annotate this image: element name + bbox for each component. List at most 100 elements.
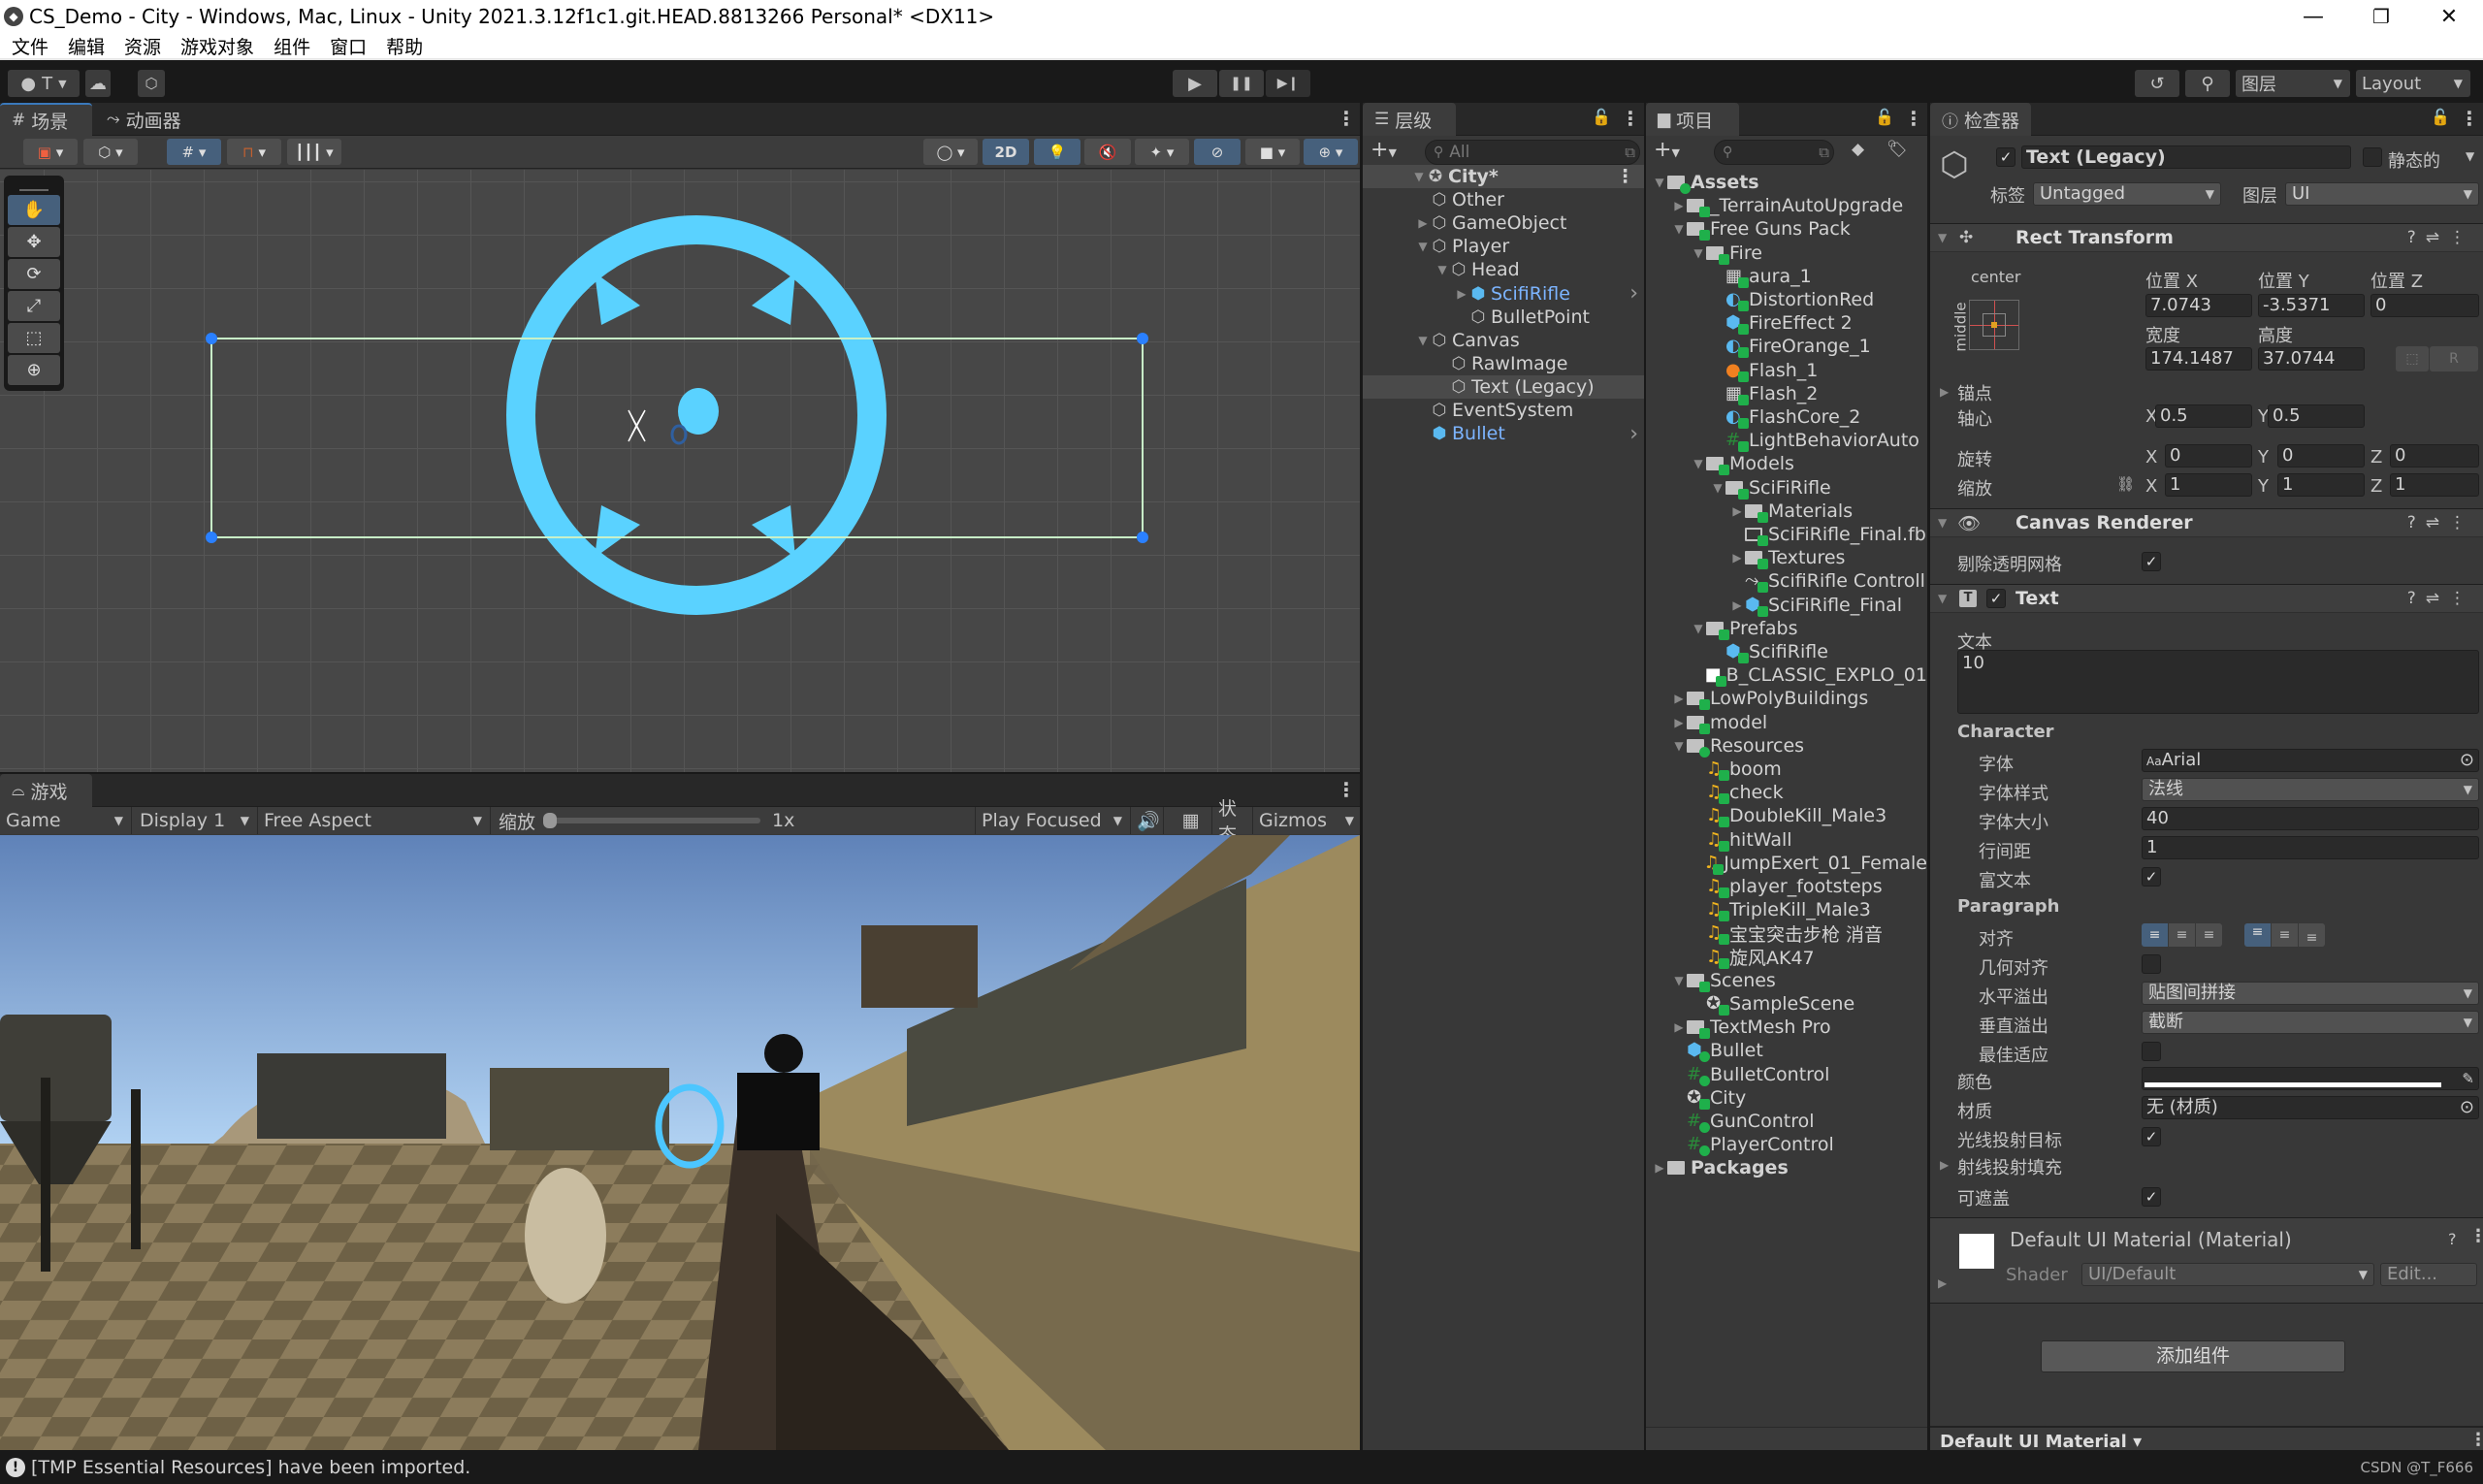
stats-toggle[interactable]: 状态 [1212, 798, 1253, 846]
gizmos-toggle[interactable]: Gizmos ▼ [1253, 807, 1360, 834]
align-right-button[interactable]: ≡ [2196, 923, 2222, 947]
project-item[interactable]: ▶ model [1646, 711, 1927, 734]
pivot-x-field[interactable]: 0.5 [2155, 404, 2252, 428]
vertical-overflow-dropdown[interactable]: 截断 ▼ [2142, 1011, 2479, 1034]
scene-menu-icon[interactable]: ⋮ [1616, 166, 1634, 187]
project-item[interactable]: ▼ Resources [1646, 734, 1927, 758]
project-item[interactable]: ✪ SampleScene [1646, 992, 1927, 1016]
canvas-renderer-header[interactable]: ▼ 👁 Canvas Renderer ?⇌⋮ [1930, 508, 2483, 537]
hierarchy-item[interactable]: ⬡ RawImage [1363, 352, 1644, 375]
expand-arrow-icon[interactable]: ▼ [1691, 246, 1706, 260]
maskable-checkbox[interactable]: ✓ [2142, 1187, 2161, 1207]
scene-menu-icon[interactable]: ⋮ [1337, 107, 1356, 130]
rot-y-field[interactable]: 0 [2277, 444, 2365, 468]
scale-slider[interactable] [543, 813, 761, 828]
search-button[interactable]: ⚲ [2185, 70, 2230, 97]
project-item[interactable]: ▶ TextMesh Pro [1646, 1016, 1927, 1040]
create-asset-button[interactable]: +▼ [1654, 138, 1680, 162]
project-item[interactable]: ♫ 宝宝突击步枪 消音 [1646, 921, 1927, 946]
camera-dropdown[interactable]: ■ ▾ [1245, 139, 1300, 165]
create-button[interactable]: +▼ [1370, 138, 1397, 162]
anchors-label[interactable]: 锚点 [1957, 380, 1992, 405]
raycast-target-checkbox[interactable]: ✓ [2142, 1127, 2161, 1146]
play-button[interactable]: ▶ [1173, 70, 1217, 97]
project-item[interactable]: ⬢ FireEffect 2 [1646, 311, 1927, 336]
project-item[interactable]: ⬢ ScifiRifle [1646, 640, 1927, 663]
grid-snap-toggle[interactable]: # ▾ [167, 139, 221, 165]
hierarchy-item[interactable]: ⬡ BulletPoint [1363, 306, 1644, 329]
expand-arrow-icon[interactable]: ▶ [1729, 504, 1745, 518]
expand-arrow-icon[interactable]: ▼ [1652, 176, 1667, 189]
expand-arrow-icon[interactable]: ▼ [1671, 974, 1687, 987]
grid-toggle[interactable]: ▦ [1164, 807, 1212, 834]
expand-arrow-icon[interactable]: ▼ [1691, 457, 1706, 470]
pos-x-field[interactable]: 7.0743 [2145, 294, 2252, 317]
font-size-field[interactable]: 40 [2142, 807, 2479, 830]
blueprint-mode-button[interactable]: ⬚ [2396, 346, 2429, 371]
hierarchy-item[interactable]: ▼ ✪ City* ⋮ [1363, 165, 1644, 188]
lighting-toggle[interactable]: 💡 [1034, 139, 1080, 165]
line-spacing-field[interactable]: 1 [2142, 836, 2479, 859]
hierarchy-item[interactable]: ▼ ⬡ Head [1363, 258, 1644, 281]
increment-snap-toggle[interactable]: ⊓ ▾ [227, 139, 281, 165]
gameobject-icon[interactable]: ⬡ [1940, 145, 1969, 184]
pause-button[interactable]: ❚❚ [1219, 70, 1264, 97]
text-enabled-checkbox[interactable]: ✓ [1986, 589, 2006, 608]
tab-animator[interactable]: ⤳ 动画器 [95, 103, 193, 136]
expand-arrow-icon[interactable]: ▼ [1411, 170, 1427, 183]
expand-arrow-icon[interactable]: ▶ [1671, 716, 1687, 729]
expand-arrow-icon[interactable]: ▼ [1691, 622, 1706, 635]
expand-arrow-icon[interactable]: ▶ [1671, 1020, 1687, 1034]
project-item[interactable]: ● Flash_1 [1646, 359, 1927, 382]
undo-history-button[interactable]: ↺ [2135, 70, 2179, 97]
eyedropper-icon[interactable]: ✎ [2462, 1068, 2474, 1089]
project-search[interactable]: ⚲ ⧉ [1714, 140, 1834, 165]
project-item[interactable]: # PlayerControl [1646, 1133, 1927, 1157]
menu-assets[interactable]: 资源 [124, 33, 161, 59]
color-field[interactable]: ✎ [2142, 1067, 2479, 1090]
text-content-area[interactable]: 10 [1957, 650, 2479, 714]
game-view-dropdown[interactable]: Game ▼ [0, 807, 132, 834]
project-item[interactable]: ▼ Fire [1646, 242, 1927, 265]
align-center-button[interactable]: ≡ [2169, 923, 2195, 947]
material-expand-arrow[interactable]: ▶ [1938, 1276, 1947, 1290]
menu-component[interactable]: 组件 [274, 33, 310, 59]
gizmos-dropdown[interactable]: ⊕ ▾ [1304, 139, 1358, 165]
ruler-dropdown[interactable]: ┃┃┃ ▾ [287, 139, 341, 165]
status-bar[interactable]: ! [TMP Essential Resources] have been im… [0, 1450, 2483, 1484]
project-item[interactable]: ▶ Packages [1646, 1156, 1927, 1179]
rot-x-field[interactable]: 0 [2165, 444, 2252, 468]
display-dropdown[interactable]: Display 1 ▼ [134, 807, 258, 834]
step-button[interactable]: ▶❙ [1266, 70, 1310, 97]
project-item[interactable]: ♫ hitWall [1646, 828, 1927, 852]
effects-dropdown[interactable]: ✦ ▾ [1135, 139, 1189, 165]
lock-icon[interactable]: 🔓 [1592, 108, 1611, 126]
align-bottom-button[interactable]: ≡ [2299, 923, 2325, 947]
pos-y-field[interactable]: -3.5371 [2258, 294, 2365, 317]
add-component-button[interactable]: 添加组件 [2041, 1340, 2345, 1372]
scale-slider-thumb[interactable] [543, 813, 558, 828]
raycast-padding-label[interactable]: 射线投射填充 [1957, 1154, 2062, 1179]
help-icon[interactable]: ? [2448, 1230, 2457, 1248]
width-field[interactable]: 174.1487 [2145, 347, 2252, 371]
hierarchy-item[interactable]: ▶ ⬢ ScifiRifle › [1363, 281, 1644, 306]
collapse-arrow-icon[interactable]: ▼ [1938, 592, 1947, 605]
scale-y-field[interactable]: 1 [2277, 473, 2365, 497]
project-item[interactable]: ♫ TripleKill_Male3 [1646, 898, 1927, 922]
project-item[interactable]: ♫ boom [1646, 758, 1927, 781]
shader-dropdown[interactable]: UI/Default ▼ [2081, 1263, 2374, 1286]
minimize-button[interactable]: — [2279, 0, 2347, 33]
anchor-presets-button[interactable] [1969, 300, 2019, 350]
shader-edit-button[interactable]: Edit... [2380, 1263, 2477, 1286]
layers-dropdown[interactable]: 图层 ▼ [2236, 70, 2350, 97]
scale-z-field[interactable]: 1 [2390, 473, 2479, 497]
tab-scene[interactable]: # 场景 [0, 103, 92, 136]
open-search-window-icon[interactable]: ⧉ [1625, 144, 1635, 161]
object-picker-icon[interactable]: ⊙ [2460, 750, 2474, 771]
project-item[interactable]: ▶ _TerrainAutoUpgrade [1646, 194, 1927, 218]
layout-dropdown[interactable]: Layout ▼ [2356, 70, 2470, 97]
rich-text-checkbox[interactable]: ✓ [2142, 867, 2161, 887]
project-item[interactable]: ⤳ ScifiRifle Controll [1646, 569, 1927, 594]
open-prefab-icon[interactable]: › [1629, 422, 1638, 446]
hierarchy-item[interactable]: ▶ ⬡ GameObject [1363, 211, 1644, 235]
